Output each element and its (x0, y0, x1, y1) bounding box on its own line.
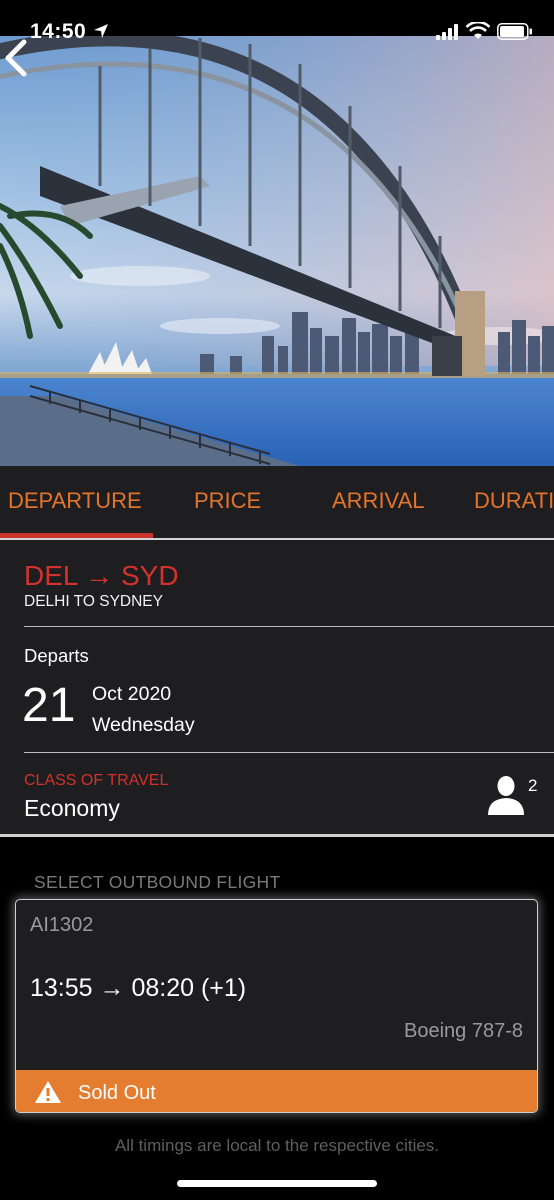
sort-tabs: DEPARTURE PRICE ARRIVAL DURATI (0, 466, 554, 540)
status-bar: 14:50 (0, 0, 554, 43)
warning-icon (35, 1081, 61, 1103)
status-time: 14:50 (30, 20, 87, 43)
departure-weekday: Wednesday (92, 714, 195, 736)
flight-times: 13:55 → 08:20 (+1) (30, 974, 247, 1002)
departure-day: 21 (22, 679, 76, 732)
trip-summary-card: DEL → SYD DELHI TO SYDNEY Departs 21 Oct… (0, 540, 554, 834)
destination-hero-image (0, 36, 554, 466)
route-cities: DELHI TO SYDNEY (24, 593, 163, 610)
class-of-travel-label: CLASS OF TRAVEL (24, 772, 169, 789)
aircraft-type: Boeing 787-8 (404, 1020, 523, 1042)
back-chevron-icon[interactable] (0, 36, 34, 80)
active-tab-indicator (0, 533, 153, 538)
section-heading: SELECT OUTBOUND FLIGHT (34, 872, 281, 892)
class-of-travel-value: Economy (24, 795, 120, 821)
card-bottom-edge (0, 834, 554, 837)
sydney-harbour-illustration (0, 36, 554, 466)
tab-departure[interactable]: DEPARTURE (8, 488, 142, 514)
battery-icon (497, 23, 532, 40)
flight-option-card[interactable]: AI1302 13:55 → 08:20 (+1) Boeing 787-8 S… (15, 899, 538, 1113)
home-indicator[interactable] (177, 1180, 377, 1187)
timing-footnote: All timings are local to the respective … (114, 1136, 440, 1155)
route-codes: DEL → SYD (24, 560, 179, 591)
wifi-icon (466, 22, 490, 39)
tab-duration[interactable]: DURATI (474, 488, 554, 514)
sold-out-label: Sold Out (78, 1082, 156, 1104)
passenger-icon (488, 776, 524, 815)
departure-month-year: Oct 2020 (92, 683, 172, 705)
tab-price[interactable]: PRICE (194, 488, 261, 514)
sold-out-banner: Sold Out (16, 1070, 537, 1112)
location-arrow-icon (94, 24, 108, 38)
passenger-count: 2 (528, 776, 538, 795)
cellular-signal-icon (436, 24, 458, 40)
tab-arrival[interactable]: ARRIVAL (332, 488, 425, 514)
departs-label: Departs (24, 645, 89, 666)
divider (24, 752, 554, 753)
divider (24, 626, 554, 627)
flight-number: AI1302 (30, 914, 94, 936)
